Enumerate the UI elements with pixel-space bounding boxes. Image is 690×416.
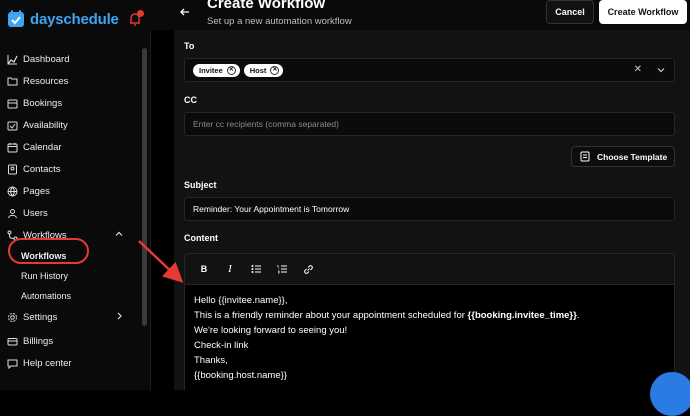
dashboard-icon — [6, 53, 18, 65]
content-line: Thanks, — [194, 355, 228, 366]
content-editor: B I Hello {{invitee.name}}, This is a fr… — [184, 253, 675, 391]
sidebar-item-resources[interactable]: Resources — [0, 70, 146, 92]
sidebar-item-contacts[interactable]: Contacts — [0, 158, 146, 180]
sidebar-item-label: Billings — [23, 335, 54, 347]
logo-calendar-icon — [8, 10, 24, 27]
sidebar-item-label: Calendar — [23, 141, 62, 153]
content-line: This is a friendly reminder about your a… — [194, 308, 665, 323]
content-line: We're looking forward to seeing you! — [194, 325, 348, 336]
logo[interactable]: dayschedule — [6, 8, 146, 30]
sidebar: dayschedule Dashboard Resources Bookings… — [0, 0, 151, 390]
template-icon — [580, 151, 590, 162]
link-icon[interactable] — [301, 262, 315, 276]
numbered-list-icon[interactable] — [275, 262, 289, 276]
page-title: Create Workflow — [207, 0, 326, 12]
users-icon — [6, 207, 18, 219]
content-line: {{booking.host.name}} — [194, 370, 287, 381]
sidebar-item-availability[interactable]: Availability — [0, 114, 146, 136]
content-body-textarea[interactable]: Hello {{invitee.name}}, This is a friend… — [185, 285, 674, 391]
sidebar-item-calendar[interactable]: Calendar — [0, 136, 146, 158]
chip-label: Invitee — [199, 65, 223, 75]
to-field[interactable]: Invitee ✕ Host ✕ ✕ — [184, 58, 675, 82]
sidebar-item-label: Contacts — [23, 163, 61, 175]
sidebar-item-pages[interactable]: Pages — [0, 180, 146, 202]
sidebar-item-label: Help center — [23, 357, 72, 369]
clear-all-icon[interactable]: ✕ — [634, 64, 642, 76]
sidebar-subitem-automations[interactable]: Automations — [0, 286, 146, 306]
cc-input[interactable]: Enter cc recipients (comma separated) — [184, 112, 675, 136]
sidebar-item-label: Settings — [23, 311, 58, 323]
sidebar-nav: Dashboard Resources Bookings Availabilit… — [0, 48, 146, 328]
remove-chip-icon[interactable]: ✕ — [226, 65, 236, 75]
cc-placeholder: Enter cc recipients (comma separated) — [193, 119, 339, 129]
content-text: This is a friendly reminder about your a… — [194, 310, 468, 321]
to-label: To — [184, 41, 195, 51]
back-arrow-icon[interactable] — [180, 6, 190, 18]
calendar-icon — [6, 141, 18, 153]
sidebar-item-bookings[interactable]: Bookings — [0, 92, 146, 114]
subject-input[interactable]: Reminder: Your Appointment is Tomorrow — [184, 197, 675, 221]
sidebar-item-help-center[interactable]: Help center — [0, 352, 146, 374]
choose-template-label: Choose Template — [597, 151, 668, 162]
sidebar-subitem-run-history[interactable]: Run History — [0, 266, 146, 286]
globe-icon — [6, 185, 18, 197]
notification-bell-icon[interactable] — [126, 10, 144, 28]
sidebar-item-label: Dashboard — [23, 53, 70, 65]
notification-dot — [137, 10, 144, 17]
chevron-down-icon[interactable] — [656, 64, 666, 76]
sidebar-scrollbar[interactable] — [142, 48, 147, 326]
chat-widget-button[interactable] — [650, 372, 690, 416]
contacts-icon — [6, 163, 18, 175]
chevron-up-icon[interactable] — [114, 229, 124, 239]
content-line: Check-in link — [194, 340, 249, 351]
editor-toolbar: B I — [185, 254, 674, 285]
content-variable: {{booking.invitee_time}} — [467, 310, 577, 321]
cancel-button[interactable]: Cancel — [546, 0, 594, 24]
sidebar-item-billings[interactable]: Billings — [0, 330, 146, 352]
create-workflow-button[interactable]: Create Workflow — [599, 0, 687, 24]
subject-label: Subject — [184, 180, 217, 190]
italic-icon[interactable]: I — [223, 262, 237, 276]
gear-icon — [6, 311, 18, 323]
content-label: Content — [184, 233, 218, 243]
content-text: . — [576, 310, 580, 321]
subject-value: Reminder: Your Appointment is Tomorrow — [193, 204, 350, 214]
calendar-check-icon — [6, 119, 18, 131]
remove-chip-icon[interactable]: ✕ — [270, 65, 280, 75]
sidebar-item-settings[interactable]: Settings — [0, 306, 146, 328]
chip-label: Host — [249, 65, 267, 75]
page-subtitle: Set up a new automation workflow — [207, 16, 352, 27]
sidebar-item-label: Pages — [23, 185, 50, 197]
sidebar-item-label: Resources — [23, 75, 69, 87]
sidebar-subitem-label: Run History — [21, 271, 69, 281]
sidebar-item-label: Users — [23, 207, 48, 219]
chevron-right-icon[interactable] — [114, 311, 124, 321]
bullet-list-icon[interactable] — [249, 262, 263, 276]
sidebar-bottom: Billings Help center — [0, 330, 146, 374]
field-controls: ✕ — [634, 64, 666, 76]
recipient-chip-invitee[interactable]: Invitee ✕ — [193, 63, 240, 77]
billing-icon — [6, 335, 18, 347]
sidebar-item-users[interactable]: Users — [0, 202, 146, 224]
bold-icon[interactable]: B — [197, 262, 211, 276]
choose-template-button[interactable]: Choose Template — [571, 146, 675, 167]
sidebar-item-dashboard[interactable]: Dashboard — [0, 48, 146, 70]
logo-text: dayschedule — [30, 10, 119, 28]
folder-icon — [6, 75, 18, 87]
cc-label: CC — [184, 95, 197, 105]
highlight-circle-annotation — [8, 238, 89, 264]
content-line: Hello {{invitee.name}}, — [194, 295, 288, 306]
sidebar-item-label: Bookings — [23, 97, 63, 109]
sidebar-item-label: Availability — [23, 119, 68, 131]
bookings-icon — [6, 97, 18, 109]
help-icon — [6, 357, 18, 369]
sidebar-subitem-label: Automations — [21, 291, 72, 301]
recipient-chip-host[interactable]: Host ✕ — [243, 63, 284, 77]
